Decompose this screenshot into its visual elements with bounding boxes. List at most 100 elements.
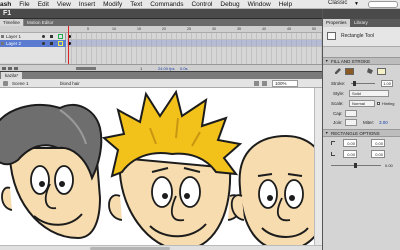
back-arrow-icon[interactable] xyxy=(3,81,8,86)
timeline-footer: 1 24.00 fps 0.0s xyxy=(0,64,322,71)
style-row: Style: Solid xyxy=(323,89,400,98)
corner-radius-icon xyxy=(331,152,335,156)
cap-row: Cap: xyxy=(323,109,400,118)
panel-tabs: Properties Library xyxy=(323,19,400,27)
trash-icon[interactable] xyxy=(14,67,18,70)
cartoon-heads-artwork xyxy=(0,89,322,250)
fill-color-swatch[interactable] xyxy=(377,68,386,75)
workspace-switcher[interactable]: Classic xyxy=(328,0,347,6)
edit-scene-icon[interactable] xyxy=(254,81,259,86)
corner-radius-tr-input[interactable]: 0.00 xyxy=(371,139,385,147)
ruler-label: 25 xyxy=(187,27,191,31)
frame-row[interactable] xyxy=(67,33,322,40)
rect-options-section-header[interactable]: RECTANGLE OPTIONS xyxy=(323,129,400,137)
current-tool-label: Rectangle Tool xyxy=(341,33,374,39)
current-tool-row: Rectangle Tool xyxy=(323,27,400,47)
new-layer-icon[interactable] xyxy=(2,67,6,70)
ruler-label: 50 xyxy=(312,27,316,31)
fill-stroke-section-header[interactable]: FILL AND STROKE xyxy=(323,57,400,65)
miter-value[interactable]: 3.00 xyxy=(379,118,388,127)
ruler-label: 5 xyxy=(87,27,89,31)
layer-row[interactable]: Layer 1 xyxy=(0,33,66,40)
menu-control[interactable]: Control xyxy=(187,1,216,8)
menu-debug[interactable]: Debug xyxy=(216,1,243,8)
tab-motion-editor[interactable]: Motion Editor xyxy=(24,19,57,26)
timeline-tabs: Timeline Motion Editor xyxy=(0,19,322,26)
menu-insert[interactable]: Insert xyxy=(75,1,99,8)
join-label: Join: xyxy=(333,120,343,125)
scale-select[interactable]: Normal xyxy=(349,100,375,107)
ruler-label: 20 xyxy=(162,27,166,31)
outline-box-icon[interactable] xyxy=(58,41,63,46)
menu-modify[interactable]: Modify xyxy=(99,1,126,8)
corner-radius-bl-input[interactable]: 0.00 xyxy=(343,150,357,158)
stroke-value-input[interactable]: 1.00 xyxy=(381,80,393,87)
app-name[interactable]: ash xyxy=(0,1,15,8)
edit-bar: Scene 1 blond hair 100% xyxy=(0,79,322,88)
menu-edit[interactable]: Edit xyxy=(34,1,53,8)
eye-icon[interactable] xyxy=(42,42,45,45)
outline-box-icon[interactable] xyxy=(58,34,63,39)
menu-view[interactable]: View xyxy=(53,1,75,8)
properties-panel: Properties Library Rectangle Tool FILL A… xyxy=(322,9,400,250)
hinting-checkbox[interactable] xyxy=(377,102,380,105)
layer-row-selected[interactable]: Layer 2 xyxy=(0,40,66,47)
document-title: F1 xyxy=(3,10,12,17)
stroke-label: Stroke: xyxy=(331,81,346,86)
corner-radius-slider-knob[interactable] xyxy=(354,163,357,168)
menu-text[interactable]: Text xyxy=(126,1,146,8)
lock-icon[interactable] xyxy=(50,35,53,38)
document-tab[interactable]: kazila* xyxy=(1,72,23,79)
grey-hair-head xyxy=(0,103,103,240)
cap-label: Cap: xyxy=(333,111,343,116)
menu-commands[interactable]: Commands xyxy=(146,1,187,8)
pencil-icon xyxy=(335,68,341,74)
menu-file[interactable]: File xyxy=(15,1,33,8)
corner-slider-row: 0.00 xyxy=(323,161,400,170)
layer-buttons xyxy=(2,67,18,70)
frame-row[interactable] xyxy=(67,40,322,47)
help-search-input[interactable] xyxy=(368,1,398,8)
new-folder-icon[interactable] xyxy=(8,67,12,70)
corner-radius-tl-input[interactable]: 0.00 xyxy=(343,139,357,147)
corner-radius-br-input[interactable]: 0.00 xyxy=(371,150,385,158)
vertical-scrollbar[interactable] xyxy=(314,88,322,250)
paint-bucket-icon xyxy=(367,68,373,74)
cap-select[interactable] xyxy=(345,110,357,117)
layer-name: Layer 2 xyxy=(6,41,22,46)
stage-canvas[interactable] xyxy=(0,88,322,250)
timeline-ruler[interactable]: 5 10 15 20 25 30 35 40 45 50 xyxy=(67,26,322,33)
chevron-down-icon[interactable]: ▼ xyxy=(354,1,359,7)
rectangle-tool-icon xyxy=(327,32,336,40)
join-select[interactable] xyxy=(345,119,357,126)
document-title-bar: F1 xyxy=(0,9,322,19)
eye-icon[interactable] xyxy=(42,35,45,38)
tab-timeline[interactable]: Timeline xyxy=(0,19,24,26)
style-select[interactable]: Solid xyxy=(349,90,389,97)
breadcrumb-symbol[interactable]: blond hair xyxy=(60,79,80,88)
horizontal-scrollbar[interactable] xyxy=(0,245,322,250)
ruler-label: 40 xyxy=(262,27,266,31)
miter-label: Miter: xyxy=(363,120,375,125)
stroke-slider-knob[interactable] xyxy=(353,81,356,86)
layer-icon xyxy=(1,35,4,38)
corner-radius-icon xyxy=(331,141,335,145)
layer-list: Layer 1 Layer 2 xyxy=(0,33,66,63)
frame-rate[interactable]: 24.00 fps xyxy=(158,65,174,72)
menu-help[interactable]: Help xyxy=(275,1,296,8)
layer-icon xyxy=(1,42,4,45)
playback-controls[interactable] xyxy=(76,67,96,70)
lock-icon[interactable] xyxy=(50,42,53,45)
stroke-color-swatch[interactable] xyxy=(345,68,354,75)
join-row: Join: Miter: 3.00 xyxy=(323,118,400,127)
zoom-select[interactable]: 100% xyxy=(272,80,298,87)
edit-symbol-icon[interactable] xyxy=(262,81,267,86)
breadcrumb-scene[interactable]: Scene 1 xyxy=(12,79,29,88)
tab-library[interactable]: Library xyxy=(351,19,371,27)
menu-window[interactable]: Window xyxy=(244,1,275,8)
panel-top-bar xyxy=(323,9,400,19)
ruler-label: 45 xyxy=(287,27,291,31)
ruler-label: 15 xyxy=(137,27,141,31)
ruler-label: 30 xyxy=(212,27,216,31)
tab-properties[interactable]: Properties xyxy=(323,19,350,27)
